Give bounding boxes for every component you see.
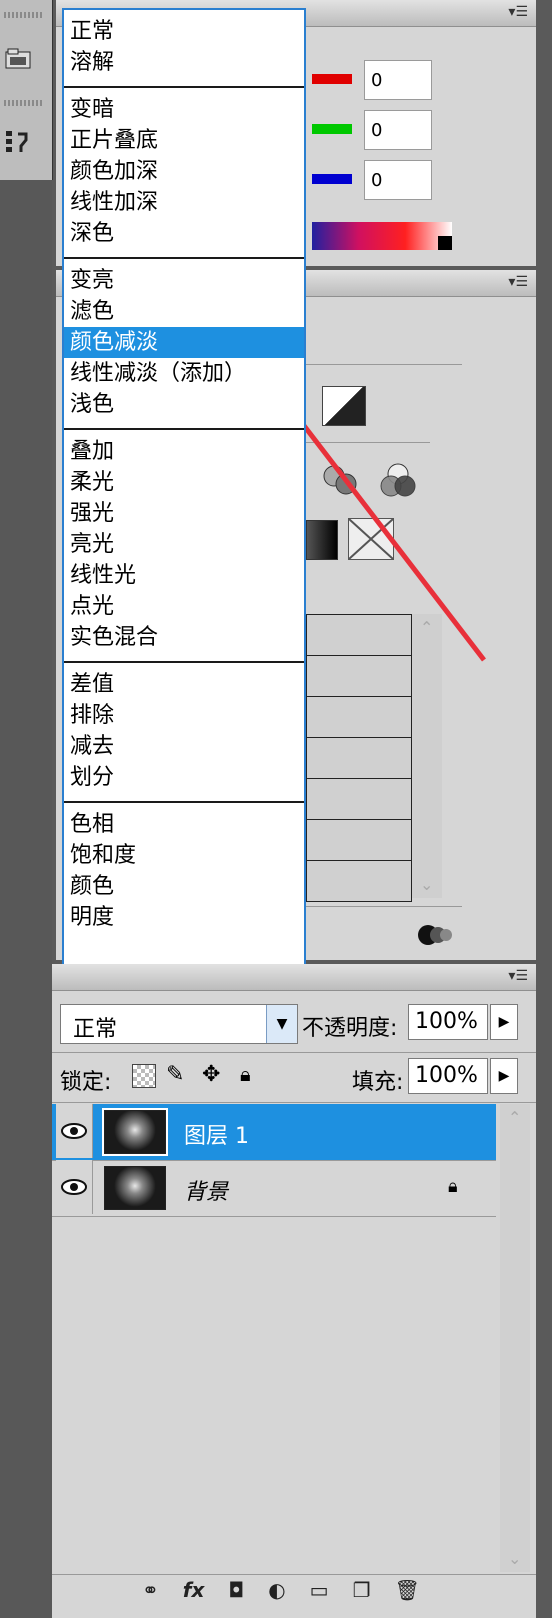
blend-mode-option[interactable]: 明度 bbox=[64, 902, 304, 933]
lock-icon: 🔒︎ bbox=[448, 1176, 458, 1197]
opacity-stepper[interactable]: ▶ bbox=[490, 1004, 518, 1040]
blend-group: 正常 溶解 bbox=[64, 10, 304, 88]
fill-field[interactable]: 100% bbox=[408, 1058, 488, 1094]
lock-all-icon[interactable]: 🔒︎ bbox=[240, 1062, 251, 1086]
blend-mode-option[interactable]: 强光 bbox=[64, 498, 304, 529]
blend-mode-value: 正常 bbox=[73, 1017, 118, 1042]
fill-label: 填充: bbox=[352, 1070, 404, 1095]
blend-mode-option[interactable]: 实色混合 bbox=[64, 622, 304, 653]
blend-mode-option[interactable]: 减去 bbox=[64, 731, 304, 762]
blend-mode-option[interactable]: 色相 bbox=[64, 809, 304, 840]
trash-icon[interactable]: 🗑︎ bbox=[395, 1578, 420, 1602]
blend-mode-option[interactable]: 变亮 bbox=[64, 265, 304, 296]
layers-scrollbar[interactable]: ⌃ ⌄ bbox=[500, 1104, 530, 1572]
blend-mode-option[interactable]: 浅色 bbox=[64, 389, 304, 420]
blend-mode-option[interactable]: 排除 bbox=[64, 700, 304, 731]
fill-stepper[interactable]: ▶ bbox=[490, 1058, 518, 1094]
layer-thumbnail[interactable] bbox=[104, 1166, 166, 1210]
chevron-down-icon[interactable]: ▼ bbox=[266, 1005, 297, 1043]
blend-group: 叠加 柔光 强光 亮光 线性光 点光 实色混合 bbox=[64, 430, 304, 663]
blend-mode-option[interactable]: 正片叠底 bbox=[64, 125, 304, 156]
lock-paint-icon[interactable]: ✎ bbox=[166, 1062, 184, 1087]
lock-label: 锁定: bbox=[60, 1070, 112, 1095]
fx-icon[interactable]: fx bbox=[183, 1578, 205, 1602]
blend-group: 差值 排除 减去 划分 bbox=[64, 663, 304, 803]
layers-footer: ⚭ fx ◘ ◐ ▭ ❐ 🗑︎ bbox=[142, 1578, 420, 1602]
blend-mode-option[interactable]: 线性光 bbox=[64, 560, 304, 591]
visibility-eye-icon[interactable] bbox=[56, 1104, 93, 1158]
blend-mode-option[interactable]: 正常 bbox=[64, 16, 304, 47]
blend-mode-option[interactable]: 叠加 bbox=[64, 436, 304, 467]
blend-group: 色相 饱和度 颜色 明度 bbox=[64, 803, 304, 941]
new-layer-icon[interactable]: ❐ bbox=[353, 1578, 371, 1602]
blend-mode-option[interactable]: 深色 bbox=[64, 218, 304, 249]
layer-name[interactable]: 背景 bbox=[184, 1174, 228, 1206]
mask-icon[interactable]: ◘ bbox=[228, 1578, 244, 1602]
blend-mode-option[interactable]: 亮光 bbox=[64, 529, 304, 560]
blend-mode-option[interactable]: 颜色减淡 bbox=[64, 327, 304, 358]
blend-mode-option[interactable]: 线性减淡（添加） bbox=[64, 358, 304, 389]
group-folder-icon[interactable]: ▭ bbox=[310, 1578, 329, 1602]
layer-row[interactable]: 背景 🔒︎ bbox=[52, 1160, 496, 1217]
lock-transparency-icon[interactable] bbox=[132, 1064, 156, 1088]
blend-mode-option[interactable]: 滤色 bbox=[64, 296, 304, 327]
blend-mode-option[interactable]: 颜色 bbox=[64, 871, 304, 902]
opacity-field[interactable]: 100% bbox=[408, 1004, 488, 1040]
blend-group: 变暗 正片叠底 颜色加深 线性加深 深色 bbox=[64, 88, 304, 259]
panel-menu-icon[interactable]: ▾☰ bbox=[508, 968, 528, 984]
adjustment-layer-icon[interactable]: ◐ bbox=[268, 1578, 285, 1602]
layer-row[interactable]: 图层 1 bbox=[52, 1104, 496, 1161]
blend-mode-option[interactable]: 溶解 bbox=[64, 47, 304, 78]
layers-panel: ▾☰ 正常 ▼ 不透明度: 100% ▶ 锁定: ✎ ✥ 🔒︎ 填充: 100%… bbox=[52, 964, 536, 1618]
blend-mode-option[interactable]: 颜色加深 bbox=[64, 156, 304, 187]
blend-mode-option[interactable]: 饱和度 bbox=[64, 840, 304, 871]
blend-mode-option[interactable]: 变暗 bbox=[64, 94, 304, 125]
blend-mode-option[interactable]: 点光 bbox=[64, 591, 304, 622]
visibility-eye-icon[interactable] bbox=[56, 1160, 93, 1214]
layer-thumbnail[interactable] bbox=[102, 1108, 168, 1156]
blend-mode-option[interactable]: 划分 bbox=[64, 762, 304, 793]
layers-panel-header: ▾☰ bbox=[52, 964, 536, 991]
lock-move-icon[interactable]: ✥ bbox=[202, 1062, 220, 1087]
link-icon[interactable]: ⚭ bbox=[142, 1578, 159, 1602]
layer-name[interactable]: 图层 1 bbox=[184, 1118, 249, 1150]
blend-mode-dropdown[interactable]: 正常 溶解 变暗 正片叠底 颜色加深 线性加深 深色 变亮 滤色 颜色减淡 线性减淡（添加） 浅色 叠加… bbox=[62, 8, 306, 1002]
opacity-label: 不透明度: bbox=[302, 1016, 398, 1041]
blend-mode-option[interactable]: 柔光 bbox=[64, 467, 304, 498]
blend-mode-select[interactable]: 正常 ▼ bbox=[60, 1004, 298, 1044]
blend-mode-option[interactable]: 线性加深 bbox=[64, 187, 304, 218]
blend-mode-option[interactable]: 差值 bbox=[64, 669, 304, 700]
blend-group: 变亮 滤色 颜色减淡 线性减淡（添加） 浅色 bbox=[64, 259, 304, 430]
blend-mode-groups: 正常 溶解 变暗 正片叠底 颜色加深 线性加深 深色 变亮 滤色 颜色减淡 线性减淡（添加） 浅色 叠加… bbox=[64, 10, 304, 941]
